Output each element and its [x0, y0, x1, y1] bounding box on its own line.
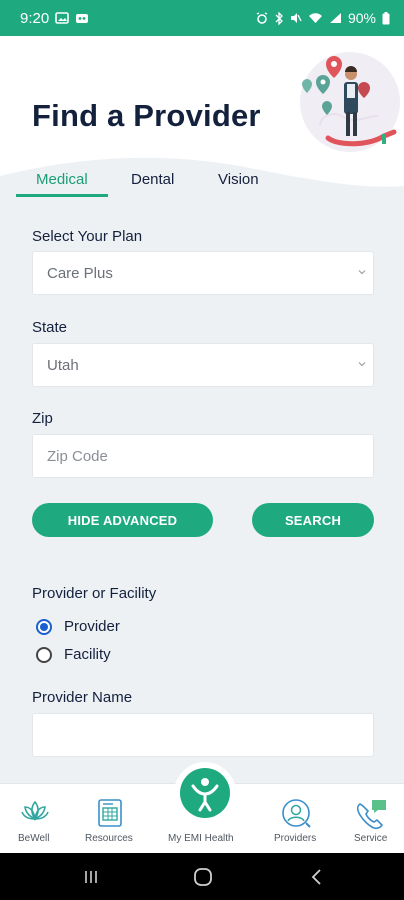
chevron-down-icon: [358, 270, 366, 275]
plan-select[interactable]: Care Plus: [32, 251, 374, 295]
document-icon: [98, 799, 122, 827]
plan-label: Select Your Plan: [32, 228, 143, 245]
provider-name-input[interactable]: [32, 713, 374, 757]
nav-label-bewell: BeWell: [18, 833, 50, 844]
battery-percent: 90%: [347, 10, 376, 26]
nav-item-bewell[interactable]: BeWell: [0, 784, 70, 854]
chevron-down-icon: [358, 362, 366, 367]
nav-label-resources: Resources: [85, 833, 133, 844]
provider-search-icon: [282, 799, 311, 828]
system-navigation-bar: [0, 853, 404, 900]
tab-medical[interactable]: Medical: [36, 171, 88, 188]
recent-apps-icon[interactable]: [83, 869, 99, 885]
image-notification-icon: [55, 12, 70, 24]
tab-vision[interactable]: Vision: [218, 171, 259, 188]
my-emi-health-button[interactable]: [180, 768, 230, 818]
facility-radio-option[interactable]: Facility: [36, 646, 111, 663]
state-label: State: [32, 319, 68, 336]
mute-icon: [290, 13, 302, 23]
zip-placeholder: Zip Code: [47, 447, 108, 465]
active-tab-indicator: [16, 194, 108, 197]
hide-advanced-button[interactable]: HIDE ADVANCED: [32, 503, 213, 537]
tab-dental[interactable]: Dental: [131, 171, 174, 188]
battery-icon: [382, 11, 390, 24]
nav-label-service: Service: [354, 833, 388, 844]
provider-radio-option[interactable]: Provider: [36, 618, 120, 635]
facility-radio-label: Facility: [64, 646, 111, 663]
zip-input[interactable]: Zip Code: [32, 434, 374, 478]
provider-or-facility-label: Provider or Facility: [32, 585, 157, 602]
status-bar: 9:20 90%: [0, 0, 404, 36]
app-notification-icon: [76, 14, 89, 23]
nav-label-providers: Providers: [274, 833, 317, 844]
bluetooth-icon: [275, 11, 283, 25]
lotus-icon: [21, 800, 49, 821]
provider-name-label: Provider Name: [32, 689, 133, 706]
nav-item-service[interactable]: Service: [338, 784, 404, 854]
zip-label: Zip: [32, 410, 53, 427]
nav-label-my-emi-health: My EMI Health: [168, 833, 234, 844]
nav-item-providers[interactable]: Providers: [262, 784, 332, 854]
provider-map-illustration: [300, 52, 400, 152]
provider-type-tabs: Medical Dental Vision: [0, 160, 404, 198]
signal-icon: [329, 13, 341, 23]
alarm-icon: [256, 12, 268, 24]
state-select-value: Utah: [47, 356, 79, 374]
person-icon: [191, 778, 219, 812]
status-time: 9:20: [20, 9, 50, 27]
provider-radio-label: Provider: [64, 618, 120, 635]
wifi-icon: [308, 13, 322, 23]
home-icon[interactable]: [193, 867, 213, 887]
phone-chat-icon: [356, 800, 386, 830]
facility-radio[interactable]: [36, 646, 52, 663]
plan-select-value: Care Plus: [47, 264, 113, 282]
page-title: Find a Provider: [32, 98, 261, 133]
nav-item-resources[interactable]: Resources: [75, 784, 145, 854]
search-button[interactable]: SEARCH: [252, 503, 374, 537]
provider-radio[interactable]: [36, 618, 52, 635]
back-icon[interactable]: [310, 868, 324, 886]
state-select[interactable]: Utah: [32, 343, 374, 387]
